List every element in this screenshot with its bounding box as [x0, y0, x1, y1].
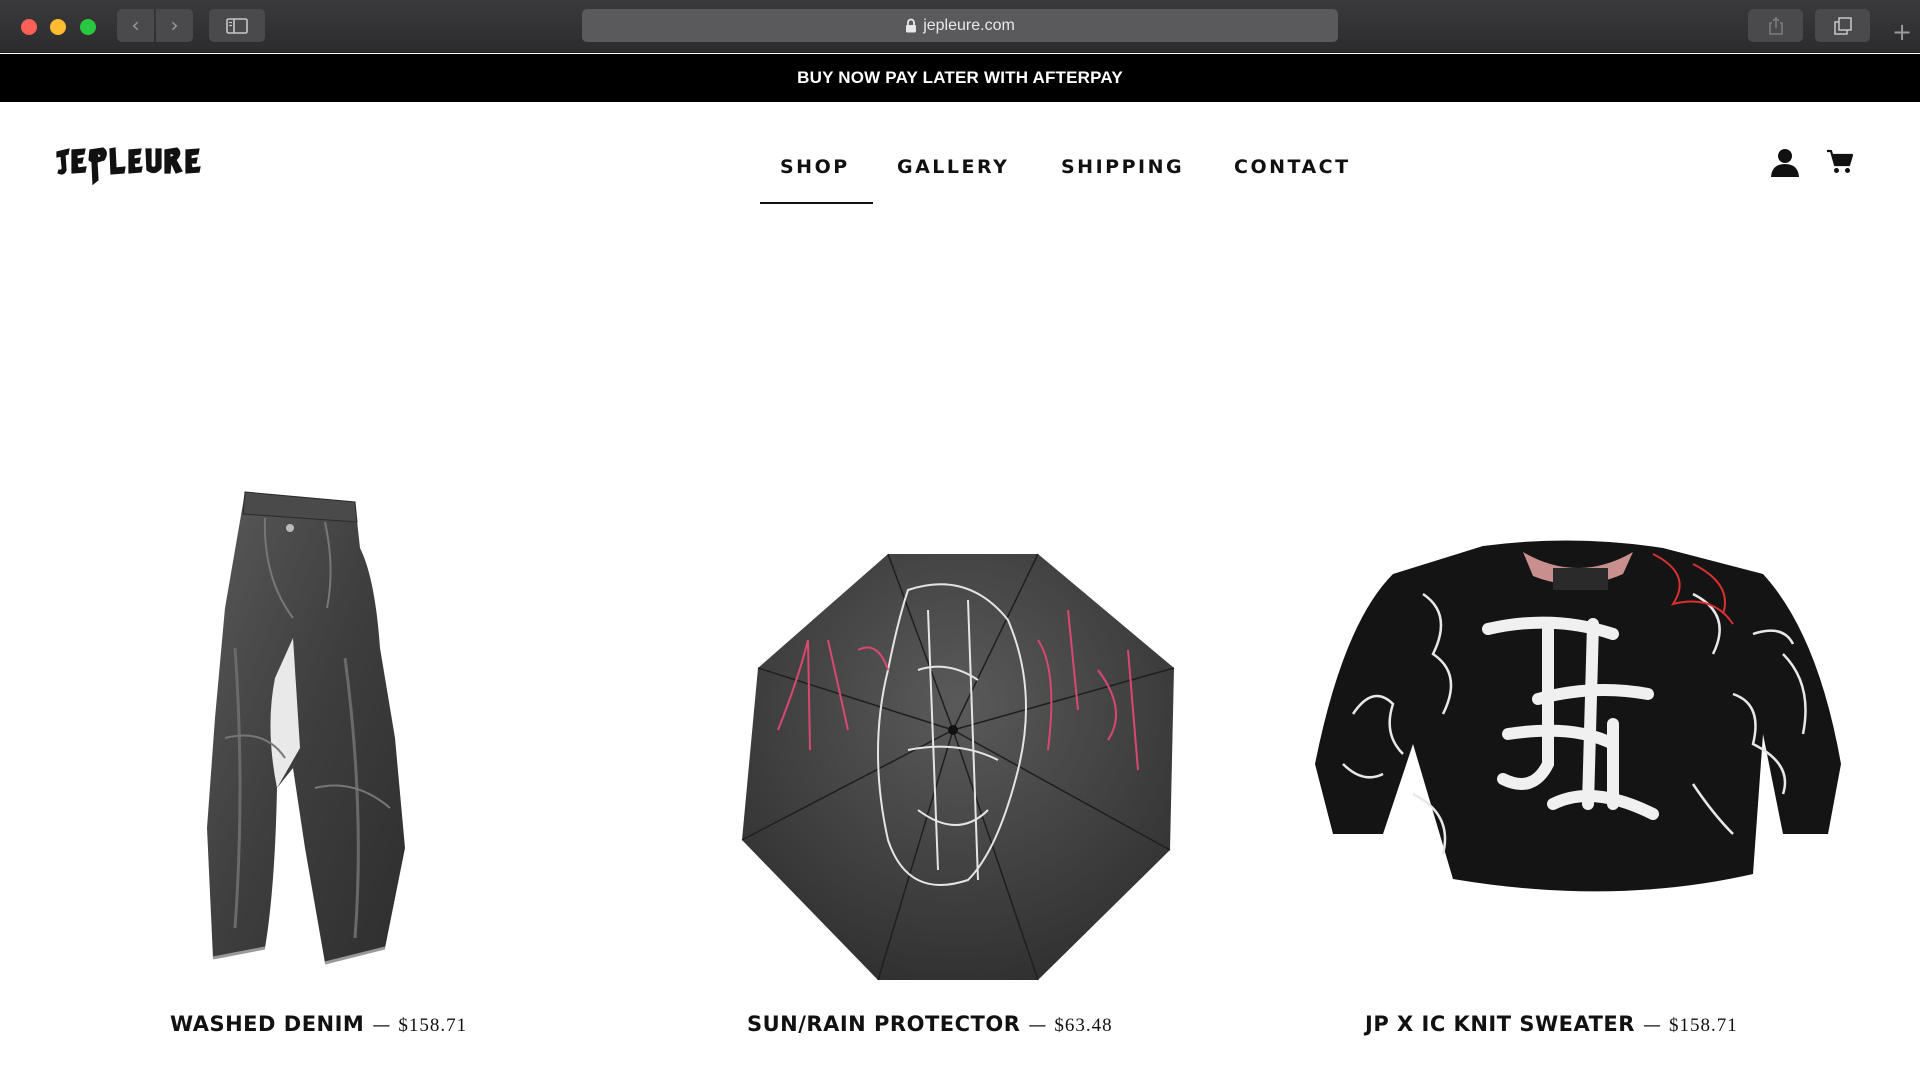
nav-link-shipping[interactable]: SHIPPING [1061, 156, 1184, 178]
chevron-right-icon: › [170, 13, 179, 37]
nav-link-shop[interactable]: SHOP [780, 156, 850, 178]
browser-toolbar: ‹ › jepleure.com + [0, 0, 1920, 53]
sidebar-toggle-button[interactable] [209, 9, 265, 42]
forward-button[interactable]: › [156, 9, 193, 42]
plus-icon: + [1891, 18, 1913, 46]
new-tab-button[interactable]: + [1890, 20, 1914, 44]
price-separator: — [1028, 1015, 1047, 1036]
sidebar-icon [226, 18, 248, 34]
product-caption: JP X IC KNIT SWEATER — $158.71 [1365, 1012, 1738, 1037]
cart-icon[interactable] [1826, 149, 1854, 175]
back-button[interactable]: ‹ [117, 9, 154, 42]
price-separator: — [1642, 1015, 1661, 1036]
share-icon [1769, 17, 1783, 35]
product-price: $158.71 [398, 1015, 468, 1036]
knit-sweater-image[interactable] [1313, 534, 1843, 906]
share-button[interactable] [1748, 9, 1803, 42]
product-title[interactable]: JP X IC KNIT SWEATER [1365, 1012, 1635, 1036]
lock-icon [906, 18, 917, 33]
address-bar[interactable]: jepleure.com [582, 9, 1338, 42]
main-navigation: SHOP GALLERY SHIPPING CONTACT [0, 150, 1920, 210]
product-title[interactable]: WASHED DENIM [170, 1012, 364, 1036]
active-nav-indicator [760, 202, 873, 204]
product-title[interactable]: SUN/RAIN PROTECTOR [747, 1012, 1020, 1036]
nav-link-gallery[interactable]: GALLERY [897, 156, 1009, 178]
umbrella-image[interactable] [738, 550, 1178, 982]
account-icon[interactable] [1770, 147, 1800, 177]
product-price: $158.71 [1668, 1015, 1738, 1036]
announcement-bar[interactable]: BUY NOW PAY LATER WITH AFTERPAY [0, 54, 1920, 102]
zoom-window-button[interactable] [80, 19, 96, 35]
chevron-left-icon: ‹ [131, 13, 140, 37]
tabs-icon [1834, 17, 1852, 35]
product-caption: WASHED DENIM — $158.71 [170, 1012, 467, 1037]
washed-denim-image[interactable] [205, 488, 505, 973]
close-window-button[interactable] [21, 19, 37, 35]
announcement-text: BUY NOW PAY LATER WITH AFTERPAY [797, 68, 1123, 87]
price-separator: — [372, 1015, 391, 1036]
show-tabs-button[interactable] [1815, 9, 1870, 42]
nav-link-contact[interactable]: CONTACT [1234, 156, 1351, 178]
minimize-window-button[interactable] [50, 19, 66, 35]
product-price: $63.48 [1054, 1015, 1113, 1036]
url-text: jepleure.com [923, 17, 1015, 34]
product-caption: SUN/RAIN PROTECTOR — $63.48 [747, 1012, 1113, 1037]
